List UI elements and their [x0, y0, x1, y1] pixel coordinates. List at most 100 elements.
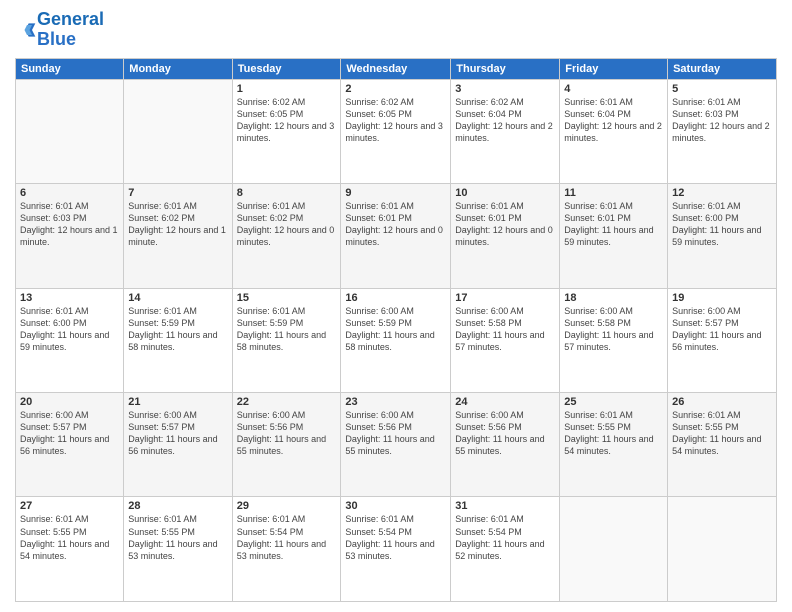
- day-info: Sunrise: 6:01 AM Sunset: 6:03 PM Dayligh…: [20, 200, 119, 249]
- calendar-cell: 21Sunrise: 6:00 AM Sunset: 5:57 PM Dayli…: [124, 393, 232, 497]
- week-row-2: 6Sunrise: 6:01 AM Sunset: 6:03 PM Daylig…: [16, 184, 777, 288]
- day-info: Sunrise: 6:01 AM Sunset: 5:59 PM Dayligh…: [237, 305, 337, 354]
- calendar-cell: [560, 497, 668, 602]
- calendar-cell: 15Sunrise: 6:01 AM Sunset: 5:59 PM Dayli…: [232, 288, 341, 392]
- day-info: Sunrise: 6:01 AM Sunset: 5:59 PM Dayligh…: [128, 305, 227, 354]
- day-info: Sunrise: 6:01 AM Sunset: 5:54 PM Dayligh…: [345, 513, 446, 562]
- calendar-cell: 22Sunrise: 6:00 AM Sunset: 5:56 PM Dayli…: [232, 393, 341, 497]
- day-info: Sunrise: 6:00 AM Sunset: 5:58 PM Dayligh…: [564, 305, 663, 354]
- day-info: Sunrise: 6:00 AM Sunset: 5:56 PM Dayligh…: [345, 409, 446, 458]
- calendar-cell: 9Sunrise: 6:01 AM Sunset: 6:01 PM Daylig…: [341, 184, 451, 288]
- day-number: 1: [237, 83, 337, 95]
- calendar-cell: [668, 497, 777, 602]
- day-number: 22: [237, 396, 337, 408]
- header: General Blue: [15, 10, 777, 50]
- calendar-cell: 14Sunrise: 6:01 AM Sunset: 5:59 PM Dayli…: [124, 288, 232, 392]
- day-info: Sunrise: 6:01 AM Sunset: 6:01 PM Dayligh…: [455, 200, 555, 249]
- day-info: Sunrise: 6:01 AM Sunset: 6:00 PM Dayligh…: [20, 305, 119, 354]
- calendar-cell: 8Sunrise: 6:01 AM Sunset: 6:02 PM Daylig…: [232, 184, 341, 288]
- day-number: 2: [345, 83, 446, 95]
- day-info: Sunrise: 6:01 AM Sunset: 5:55 PM Dayligh…: [672, 409, 772, 458]
- calendar-cell: 19Sunrise: 6:00 AM Sunset: 5:57 PM Dayli…: [668, 288, 777, 392]
- calendar-cell: 17Sunrise: 6:00 AM Sunset: 5:58 PM Dayli…: [451, 288, 560, 392]
- col-header-friday: Friday: [560, 58, 668, 79]
- day-info: Sunrise: 6:00 AM Sunset: 5:56 PM Dayligh…: [237, 409, 337, 458]
- calendar-cell: 18Sunrise: 6:00 AM Sunset: 5:58 PM Dayli…: [560, 288, 668, 392]
- day-number: 6: [20, 187, 119, 199]
- day-info: Sunrise: 6:01 AM Sunset: 6:01 PM Dayligh…: [345, 200, 446, 249]
- calendar-cell: 28Sunrise: 6:01 AM Sunset: 5:55 PM Dayli…: [124, 497, 232, 602]
- calendar-table: SundayMondayTuesdayWednesdayThursdayFrid…: [15, 58, 777, 602]
- calendar-cell: 12Sunrise: 6:01 AM Sunset: 6:00 PM Dayli…: [668, 184, 777, 288]
- day-info: Sunrise: 6:01 AM Sunset: 5:55 PM Dayligh…: [20, 513, 119, 562]
- col-header-thursday: Thursday: [451, 58, 560, 79]
- logo: General Blue: [15, 10, 104, 50]
- calendar-cell: 16Sunrise: 6:00 AM Sunset: 5:59 PM Dayli…: [341, 288, 451, 392]
- day-info: Sunrise: 6:00 AM Sunset: 5:57 PM Dayligh…: [128, 409, 227, 458]
- calendar-cell: 11Sunrise: 6:01 AM Sunset: 6:01 PM Dayli…: [560, 184, 668, 288]
- day-info: Sunrise: 6:01 AM Sunset: 6:02 PM Dayligh…: [128, 200, 227, 249]
- calendar-cell: 31Sunrise: 6:01 AM Sunset: 5:54 PM Dayli…: [451, 497, 560, 602]
- day-info: Sunrise: 6:01 AM Sunset: 5:54 PM Dayligh…: [455, 513, 555, 562]
- day-number: 11: [564, 187, 663, 199]
- day-number: 19: [672, 292, 772, 304]
- day-number: 7: [128, 187, 227, 199]
- week-row-5: 27Sunrise: 6:01 AM Sunset: 5:55 PM Dayli…: [16, 497, 777, 602]
- day-info: Sunrise: 6:02 AM Sunset: 6:05 PM Dayligh…: [237, 96, 337, 145]
- day-number: 27: [20, 500, 119, 512]
- col-header-wednesday: Wednesday: [341, 58, 451, 79]
- week-row-4: 20Sunrise: 6:00 AM Sunset: 5:57 PM Dayli…: [16, 393, 777, 497]
- calendar-cell: 5Sunrise: 6:01 AM Sunset: 6:03 PM Daylig…: [668, 79, 777, 183]
- day-number: 9: [345, 187, 446, 199]
- day-info: Sunrise: 6:01 AM Sunset: 6:00 PM Dayligh…: [672, 200, 772, 249]
- calendar-cell: 4Sunrise: 6:01 AM Sunset: 6:04 PM Daylig…: [560, 79, 668, 183]
- day-number: 14: [128, 292, 227, 304]
- week-row-1: 1Sunrise: 6:02 AM Sunset: 6:05 PM Daylig…: [16, 79, 777, 183]
- day-info: Sunrise: 6:01 AM Sunset: 6:04 PM Dayligh…: [564, 96, 663, 145]
- calendar-cell: 23Sunrise: 6:00 AM Sunset: 5:56 PM Dayli…: [341, 393, 451, 497]
- calendar-cell: 6Sunrise: 6:01 AM Sunset: 6:03 PM Daylig…: [16, 184, 124, 288]
- day-info: Sunrise: 6:00 AM Sunset: 5:57 PM Dayligh…: [20, 409, 119, 458]
- day-number: 15: [237, 292, 337, 304]
- day-info: Sunrise: 6:01 AM Sunset: 5:54 PM Dayligh…: [237, 513, 337, 562]
- logo-text: General Blue: [37, 10, 104, 50]
- day-info: Sunrise: 6:02 AM Sunset: 6:05 PM Dayligh…: [345, 96, 446, 145]
- day-number: 13: [20, 292, 119, 304]
- day-number: 17: [455, 292, 555, 304]
- calendar-cell: 20Sunrise: 6:00 AM Sunset: 5:57 PM Dayli…: [16, 393, 124, 497]
- day-info: Sunrise: 6:01 AM Sunset: 6:02 PM Dayligh…: [237, 200, 337, 249]
- day-number: 26: [672, 396, 772, 408]
- calendar-cell: 25Sunrise: 6:01 AM Sunset: 5:55 PM Dayli…: [560, 393, 668, 497]
- day-info: Sunrise: 6:01 AM Sunset: 6:03 PM Dayligh…: [672, 96, 772, 145]
- day-number: 21: [128, 396, 227, 408]
- logo-icon: [17, 20, 37, 40]
- calendar-cell: 2Sunrise: 6:02 AM Sunset: 6:05 PM Daylig…: [341, 79, 451, 183]
- col-header-monday: Monday: [124, 58, 232, 79]
- calendar-cell: [124, 79, 232, 183]
- day-info: Sunrise: 6:00 AM Sunset: 5:57 PM Dayligh…: [672, 305, 772, 354]
- calendar-cell: 24Sunrise: 6:00 AM Sunset: 5:56 PM Dayli…: [451, 393, 560, 497]
- day-number: 20: [20, 396, 119, 408]
- day-number: 24: [455, 396, 555, 408]
- col-header-tuesday: Tuesday: [232, 58, 341, 79]
- calendar-cell: 27Sunrise: 6:01 AM Sunset: 5:55 PM Dayli…: [16, 497, 124, 602]
- day-info: Sunrise: 6:01 AM Sunset: 5:55 PM Dayligh…: [564, 409, 663, 458]
- calendar-cell: 7Sunrise: 6:01 AM Sunset: 6:02 PM Daylig…: [124, 184, 232, 288]
- week-row-3: 13Sunrise: 6:01 AM Sunset: 6:00 PM Dayli…: [16, 288, 777, 392]
- calendar-cell: [16, 79, 124, 183]
- calendar-cell: 30Sunrise: 6:01 AM Sunset: 5:54 PM Dayli…: [341, 497, 451, 602]
- day-number: 28: [128, 500, 227, 512]
- calendar-cell: 26Sunrise: 6:01 AM Sunset: 5:55 PM Dayli…: [668, 393, 777, 497]
- day-info: Sunrise: 6:02 AM Sunset: 6:04 PM Dayligh…: [455, 96, 555, 145]
- day-info: Sunrise: 6:00 AM Sunset: 5:59 PM Dayligh…: [345, 305, 446, 354]
- header-row: SundayMondayTuesdayWednesdayThursdayFrid…: [16, 58, 777, 79]
- calendar-cell: 10Sunrise: 6:01 AM Sunset: 6:01 PM Dayli…: [451, 184, 560, 288]
- calendar-cell: 29Sunrise: 6:01 AM Sunset: 5:54 PM Dayli…: [232, 497, 341, 602]
- day-number: 29: [237, 500, 337, 512]
- day-info: Sunrise: 6:00 AM Sunset: 5:56 PM Dayligh…: [455, 409, 555, 458]
- day-number: 3: [455, 83, 555, 95]
- day-number: 4: [564, 83, 663, 95]
- day-number: 25: [564, 396, 663, 408]
- day-number: 16: [345, 292, 446, 304]
- page: General Blue SundayMondayTuesdayWednesda…: [0, 0, 792, 612]
